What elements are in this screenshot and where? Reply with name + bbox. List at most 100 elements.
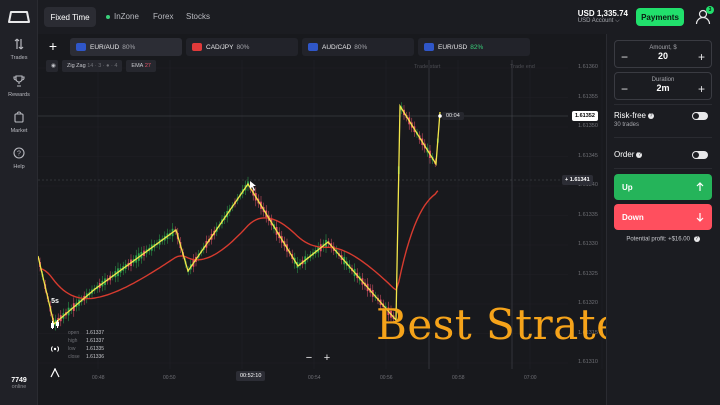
tab-inzone[interactable]: InZone [106,12,139,21]
tab-forex[interactable]: Forex [153,12,173,21]
current-price-tag: 1.61352 [572,111,598,121]
sidebar-item-trades[interactable]: Trades [0,38,38,61]
price-axis-label: 1.61330 [578,241,598,247]
amount-increase-button[interactable]: + [698,50,705,64]
indicator-name: Zig Zag [67,63,86,69]
live-dot-icon [106,14,110,19]
risk-free-toggle[interactable] [692,112,708,120]
cart-icon [14,111,24,123]
sidebar-item-label: Market [10,128,28,134]
price-axis-label: 1.61325 [578,270,598,277]
chart-area[interactable]: + EUR/AUD 80% CAD/JPY 80% AUD/CAD 80% EUR/U… [38,34,673,405]
online-count: 7749 [11,377,27,384]
zoom-controls: − + [302,352,334,366]
risk-free-row: Risk-free? 30 trades [614,111,712,128]
ohlc-readout: open 1.61337 high 1.61337 low 1.61335 close… [68,329,104,361]
payments-button[interactable]: Payments [636,8,684,26]
add-asset-button[interactable]: + [46,39,60,54]
drawing-tools-icon[interactable] [48,366,62,380]
indicator-params: 14 · 3 · ● · 4 [87,63,118,69]
trade-panel: − Amount, $ 20 + − Duration 2m + Risk-fr… [606,34,720,405]
divider [614,104,712,105]
sidebar-item-rewards[interactable]: Rewards [0,75,38,98]
price-axis-label: 1.61335 [578,211,598,218]
down-button[interactable]: Down [614,204,712,230]
duration-increase-button[interactable]: + [698,82,705,96]
left-sidebar: Trades Rewards Market ? Help 7749 online [0,0,38,405]
info-icon[interactable]: ? [693,236,700,242]
account-type-label: USD Account [577,18,614,24]
tab-fixed-time[interactable]: Fixed Time [44,7,96,27]
price-axis-label: 1.61345 [578,152,598,159]
crosshair-price-tag: + 1.61341 [562,175,593,185]
time-axis-label: 00:48 [92,375,105,381]
duration-value[interactable]: 2m [615,83,711,93]
risk-free-sub: 30 trades [614,122,640,128]
divider [614,168,712,169]
time-axis-label: 00:50 [163,375,176,381]
asset-name: AUD/CAD [322,43,352,51]
asset-tab-eur-aud[interactable]: EUR/AUD 80% [70,38,182,56]
sidebar-item-label: Help [13,164,25,170]
zoom-out-button[interactable]: − [302,352,316,366]
arrow-up-icon [696,182,704,191]
asset-tab-aud-cad[interactable]: AUD/CAD 80% [302,38,414,56]
info-icon[interactable]: ? [648,112,655,119]
chevron-down-icon: ⌵ [615,18,620,24]
online-counter: 7749 online [0,377,38,390]
crosshair-time-badge: 00:52:10 [236,371,266,381]
account-balance[interactable]: USD 1,335.74 USD Account ⌵ [578,9,628,25]
duration-field[interactable]: − Duration 2m + [614,72,712,100]
zoom-in-button[interactable]: + [320,352,334,366]
timeframe-button[interactable]: 5s [48,294,62,308]
ohlc-row: open 1.61337 [68,329,104,337]
top-header: Fixed Time InZone Forex Stocks USD 1,335… [38,0,720,34]
indicator-name: EMA [131,63,144,69]
tab-stocks[interactable]: Stocks [186,12,210,21]
up-button[interactable]: Up [614,174,712,200]
indicator-ema[interactable]: EMA 27 [126,60,156,72]
asset-tab-eur-usd[interactable]: EUR/USD 82% [418,38,530,56]
up-label: Up [622,182,633,192]
amount-field[interactable]: − Amount, $ 20 + [614,40,712,68]
ohlc-row: high 1.61337 [68,337,104,345]
candles-icon[interactable] [48,318,62,332]
duration-decrease-button[interactable]: − [621,82,628,96]
svg-text:?: ? [17,151,21,158]
down-label: Down [622,212,644,222]
time-axis-label: 00:56 [380,375,393,381]
arrow-down-icon [696,213,704,222]
ohlc-value: 1.61336 [86,354,105,360]
potential-profit: Potential profit: +$16.00 ? [614,236,712,243]
brand-logo[interactable] [7,10,31,24]
ohlc-row: low 1.61335 [68,345,104,353]
ohlc-key: close [68,354,80,360]
amount-decrease-button[interactable]: − [621,50,628,64]
indicator-params: 27 [144,63,151,69]
user-profile-button[interactable]: 3 [694,6,714,26]
flag-icon [76,43,86,51]
help-icon: ? [13,147,25,159]
signal-icon[interactable] [48,342,62,356]
info-icon[interactable]: ? [636,151,643,158]
online-label: online [11,384,27,390]
ohlc-key: open [68,330,80,336]
divider [614,137,712,138]
sidebar-item-help[interactable]: ? Help [0,147,38,170]
asset-payout: 80% [354,43,368,51]
indicator-zigzag[interactable]: Zig Zag 14 · 3 · ● · 4 [62,60,123,72]
time-axis-label: 07:00 [524,375,537,381]
sidebar-item-market[interactable]: Market [0,111,38,134]
order-toggle[interactable] [692,151,708,159]
account-type: USD Account ⌵ [578,18,628,25]
chart-toolbar: 5s [48,294,62,380]
trade-start-label: Trade start [414,64,441,70]
amount-value[interactable]: 20 [615,51,711,61]
price-chart[interactable] [38,34,606,405]
visibility-toggle[interactable]: ◉ [46,60,58,72]
flag-icon [308,43,318,51]
sidebar-item-label: Trades [10,55,28,61]
time-axis-label: 00:58 [452,375,465,381]
order-row: Order? [614,150,712,159]
asset-tab-cad-jpy[interactable]: CAD/JPY 80% [186,38,298,56]
